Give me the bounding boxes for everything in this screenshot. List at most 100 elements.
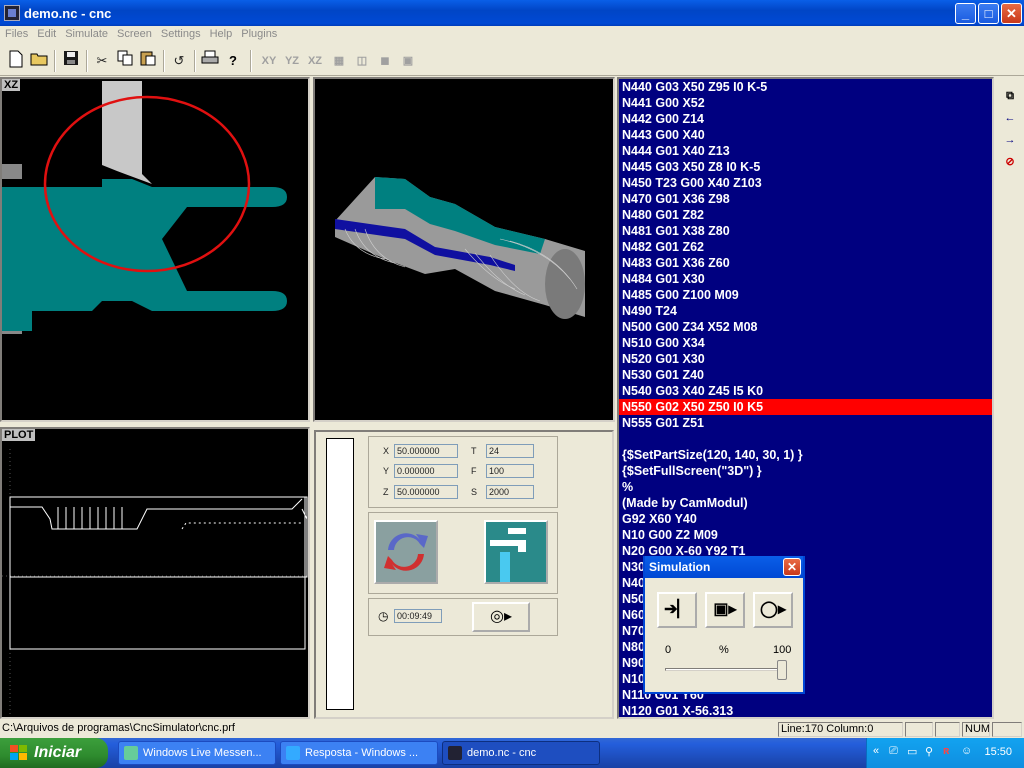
windows-icon[interactable]: ⧉ <box>999 86 1021 106</box>
code-line[interactable]: N484 G01 X30 <box>619 271 992 287</box>
single-block-button[interactable]: ◯▸ <box>753 592 793 628</box>
status-path: C:\Arquivos de programas\CncSimulator\cn… <box>2 722 235 734</box>
code-line[interactable]: N555 G01 Z51 <box>619 415 992 431</box>
minimize-button[interactable]: _ <box>955 3 976 24</box>
code-line[interactable]: N500 G00 Z34 X52 M08 <box>619 319 992 335</box>
code-line[interactable]: N450 T23 G00 X40 Z103 <box>619 175 992 191</box>
task-reply-window[interactable]: Resposta - Windows ... <box>280 741 438 765</box>
code-line[interactable]: N540 G03 X40 Z45 I5 K0 <box>619 383 992 399</box>
arrow-right-icon[interactable]: → <box>999 130 1021 150</box>
code-line[interactable]: N510 G00 X34 <box>619 335 992 351</box>
f-readout: 100 <box>486 464 534 478</box>
paste-icon[interactable] <box>137 50 159 72</box>
open-folder-icon[interactable] <box>28 50 50 72</box>
maximize-button[interactable]: □ <box>978 3 999 24</box>
step-icon: ◎▸ <box>490 608 512 625</box>
menu-plugins[interactable]: Plugins <box>236 26 281 40</box>
code-line[interactable]: N485 G00 Z100 M09 <box>619 287 992 303</box>
menu-simulate[interactable]: Simulate <box>60 26 112 40</box>
close-button[interactable]: ✕ <box>1001 3 1022 24</box>
task-label: Resposta - Windows ... <box>305 747 419 759</box>
plot-view[interactable]: PLOT <box>0 427 310 719</box>
x-label: X <box>383 446 390 456</box>
view-layers-icon[interactable]: ◫ <box>351 50 373 72</box>
search-icon[interactable]: ⚲ <box>925 745 933 758</box>
code-line[interactable]: N440 G03 X50 Z95 I0 K-5 <box>619 79 992 95</box>
task-label: demo.nc - cnc <box>467 747 537 759</box>
cut-icon[interactable]: ✂ <box>91 50 113 72</box>
code-line[interactable]: N120 G01 X-56.313 <box>619 703 992 717</box>
view-solid-icon[interactable]: ◼ <box>374 50 396 72</box>
monitor-icon[interactable]: ▭ <box>907 745 917 758</box>
s-readout: 2000 <box>486 485 534 499</box>
menu-files[interactable]: Files <box>0 26 32 40</box>
rotate-view-button[interactable] <box>374 520 438 584</box>
code-line[interactable]: {$SetPartSize(120, 140, 30, 1) } <box>619 447 992 463</box>
app-icon[interactable] <box>4 5 20 21</box>
view-fit-icon[interactable]: ▣ <box>397 50 419 72</box>
speed-slider-track[interactable] <box>665 668 787 671</box>
task-messenger[interactable]: Windows Live Messen... <box>118 741 276 765</box>
windows-logo-icon <box>10 745 27 760</box>
code-line[interactable]: (Made by CamModul) <box>619 495 992 511</box>
status-bar: C:\Arquivos de programas\CncSimulator\cn… <box>0 721 1024 738</box>
stop-icon[interactable]: ⊘ <box>999 152 1021 172</box>
simulation-dialog-close-button[interactable]: ✕ <box>783 558 801 576</box>
step-into-button[interactable]: ▣▸ <box>705 592 745 628</box>
run-icon: ➔▏ <box>664 601 690 618</box>
view-yz-button[interactable]: YZ <box>281 50 303 72</box>
code-line[interactable]: N481 G01 X38 Z80 <box>619 223 992 239</box>
new-file-icon[interactable] <box>5 50 27 72</box>
z-label: Z <box>383 487 389 497</box>
code-line[interactable] <box>619 431 992 447</box>
view-xy-button[interactable]: XY <box>258 50 280 72</box>
code-line[interactable]: N442 G00 Z14 <box>619 111 992 127</box>
code-line[interactable]: {$SetFullScreen("3D") } <box>619 463 992 479</box>
code-line[interactable]: N470 G01 X36 Z98 <box>619 191 992 207</box>
antivirus-icon[interactable]: ʀ <box>943 745 949 757</box>
code-line[interactable]: N441 G00 X52 <box>619 95 992 111</box>
menu-edit[interactable]: Edit <box>32 26 60 40</box>
arrow-left-icon[interactable]: ← <box>999 108 1021 128</box>
code-line[interactable]: N550 G02 X50 Z50 I0 K5 <box>619 399 992 415</box>
code-line[interactable]: % <box>619 479 992 495</box>
plot-drawing <box>2 449 308 717</box>
start-label: Iniciar <box>34 744 82 761</box>
undo-icon[interactable]: ↺ <box>168 50 190 72</box>
menu-help[interactable]: Help <box>205 26 237 40</box>
code-line[interactable]: N480 G01 Z82 <box>619 207 992 223</box>
view-grid-icon[interactable]: ▦ <box>328 50 350 72</box>
code-line[interactable]: N490 T24 <box>619 303 992 319</box>
title-bar[interactable]: demo.nc - cnc _ □ ✕ <box>0 0 1024 26</box>
code-line[interactable]: N520 G01 X30 <box>619 351 992 367</box>
code-line[interactable]: N530 G01 Z40 <box>619 367 992 383</box>
code-line[interactable]: N10 G00 Z2 M09 <box>619 527 992 543</box>
simulation-dialog-title[interactable]: Simulation <box>645 556 803 578</box>
code-line[interactable]: N482 G01 Z62 <box>619 239 992 255</box>
menu-settings[interactable]: Settings <box>156 26 205 40</box>
code-line[interactable]: N443 G00 X40 <box>619 127 992 143</box>
coolant-button[interactable] <box>484 520 548 584</box>
speed-slider-thumb[interactable] <box>777 660 787 680</box>
single-step-button[interactable]: ◎▸ <box>472 602 530 632</box>
code-line[interactable]: N445 G03 X50 Z8 I0 K-5 <box>619 159 992 175</box>
messenger-tray-icon[interactable]: ☺ <box>961 745 972 757</box>
code-line[interactable]: N444 G01 X40 Z13 <box>619 143 992 159</box>
print-icon[interactable] <box>199 50 221 72</box>
code-line[interactable]: G92 X60 Y40 <box>619 511 992 527</box>
menu-screen[interactable]: Screen <box>112 26 156 40</box>
tray-collapse-icon[interactable]: « <box>873 745 879 757</box>
code-line[interactable]: N483 G01 X36 Z60 <box>619 255 992 271</box>
run-button[interactable]: ➔▏ <box>657 592 697 628</box>
xz-view[interactable]: XZ <box>0 77 310 422</box>
task-cnc[interactable]: demo.nc - cnc <box>442 741 600 765</box>
help-icon[interactable]: ? <box>222 50 244 72</box>
start-button[interactable]: Iniciar <box>0 738 108 768</box>
save-icon[interactable] <box>60 50 82 72</box>
network-icon[interactable]: ⎚ <box>889 745 898 758</box>
view-xz-button[interactable]: XZ <box>304 50 326 72</box>
copy-icon[interactable] <box>114 50 136 72</box>
clock: 15:50 <box>984 746 1012 758</box>
slider-max-label: 100 <box>773 644 792 656</box>
3d-view[interactable] <box>313 77 615 422</box>
